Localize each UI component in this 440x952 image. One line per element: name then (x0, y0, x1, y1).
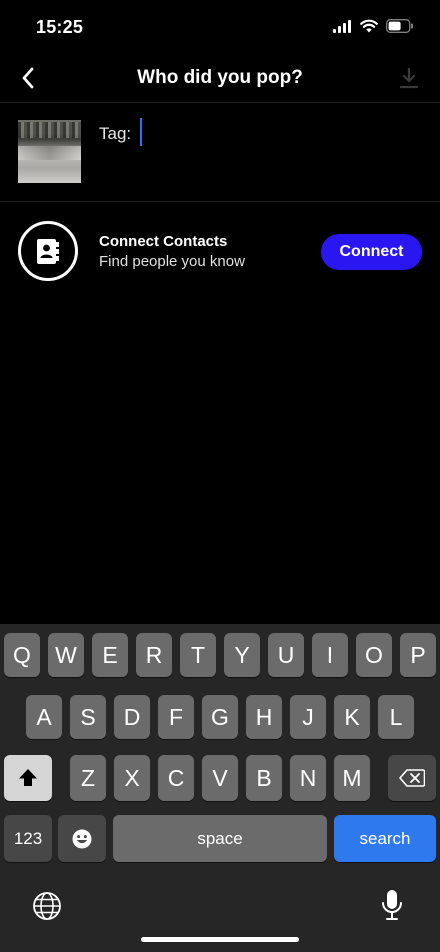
tag-input[interactable] (140, 118, 382, 146)
shift-key[interactable] (4, 755, 52, 801)
key-p[interactable]: P (400, 633, 436, 677)
connect-button[interactable]: Connect (321, 234, 422, 270)
key-n[interactable]: N (290, 755, 326, 801)
key-o[interactable]: O (356, 633, 392, 677)
status-bar: 15:25 (0, 0, 440, 54)
home-indicator (141, 937, 299, 942)
key-t[interactable]: T (180, 633, 216, 677)
key-y[interactable]: Y (224, 633, 260, 677)
battery-icon (386, 19, 413, 33)
status-icons (333, 19, 414, 33)
key-w[interactable]: W (48, 633, 84, 677)
key-e[interactable]: E (92, 633, 128, 677)
key-l[interactable]: L (378, 695, 414, 739)
download-button[interactable] (394, 63, 424, 93)
key-u[interactable]: U (268, 633, 304, 677)
status-time: 15:25 (36, 17, 84, 37)
connect-contacts-row: Connect Contacts Find people you know Co… (0, 219, 440, 285)
key-s[interactable]: S (70, 695, 106, 739)
key-v[interactable]: V (202, 755, 238, 801)
key-b[interactable]: B (246, 755, 282, 801)
key-x[interactable]: X (114, 755, 150, 801)
connect-contacts-title: Connect Contacts (99, 233, 228, 250)
download-icon (399, 67, 419, 89)
key-m[interactable]: M (334, 755, 370, 801)
keyboard: Q W E R T Y U I O P A S D F G H J K L Z … (0, 624, 440, 952)
key-k[interactable]: K (334, 695, 370, 739)
globe-button[interactable] (29, 888, 65, 924)
connect-contacts-subtitle: Find people you know (99, 253, 245, 270)
globe-icon (33, 892, 61, 920)
photo-thumbnail (18, 120, 81, 183)
microphone-icon (382, 890, 402, 920)
tag-label: Tag: (99, 124, 132, 143)
wifi-icon (360, 19, 378, 33)
address-book-icon (37, 238, 59, 264)
shift-icon (19, 769, 37, 786)
backspace-key[interactable] (388, 755, 436, 801)
key-z[interactable]: Z (70, 755, 106, 801)
page-title: Who did you pop? (137, 67, 303, 88)
search-key[interactable]: search (334, 815, 436, 862)
nav-bar: Who did you pop? (0, 54, 440, 103)
key-c[interactable]: C (158, 755, 194, 801)
key-i[interactable]: I (312, 633, 348, 677)
cellular-signal-icon (333, 19, 351, 33)
emoji-key[interactable] (58, 815, 106, 862)
emoji-icon (72, 829, 92, 848)
backspace-icon (399, 769, 425, 787)
tag-row: Tag: (0, 103, 440, 202)
numbers-key[interactable]: 123 (4, 815, 52, 862)
dictation-button[interactable] (374, 886, 410, 924)
key-a[interactable]: A (26, 695, 62, 739)
space-key[interactable]: space (113, 815, 327, 862)
contacts-avatar (18, 221, 78, 281)
key-h[interactable]: H (246, 695, 282, 739)
key-f[interactable]: F (158, 695, 194, 739)
key-r[interactable]: R (136, 633, 172, 677)
key-g[interactable]: G (202, 695, 238, 739)
key-d[interactable]: D (114, 695, 150, 739)
key-j[interactable]: J (290, 695, 326, 739)
key-q[interactable]: Q (4, 633, 40, 677)
